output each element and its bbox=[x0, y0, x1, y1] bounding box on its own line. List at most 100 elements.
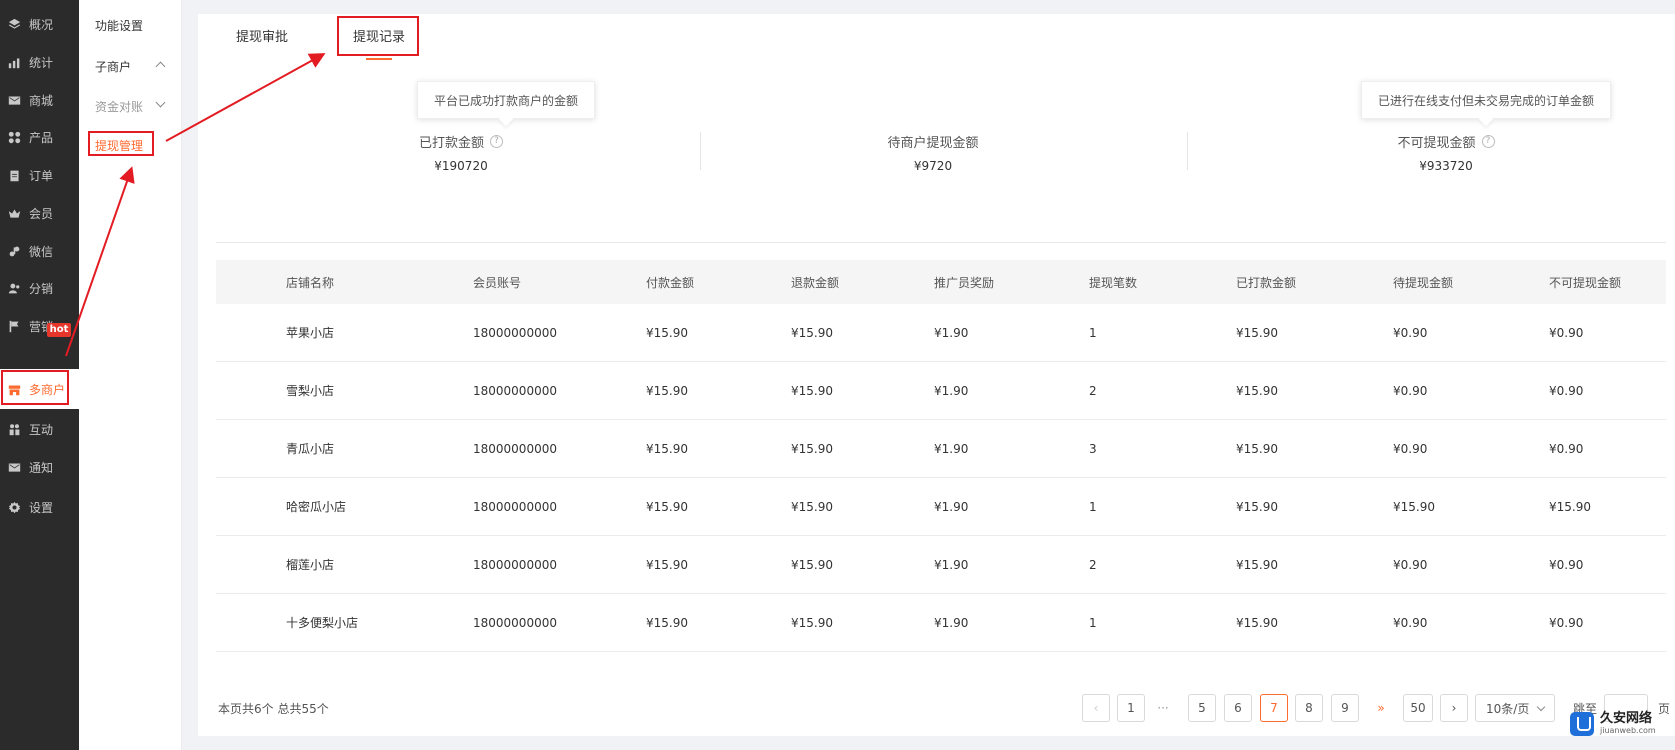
page-button-current[interactable]: 7 bbox=[1260, 694, 1288, 722]
help-icon[interactable]: ? bbox=[490, 135, 503, 148]
prev-page-button[interactable]: ‹ bbox=[1082, 694, 1110, 722]
table-cell: ¥0.90 bbox=[1393, 615, 1428, 630]
page-button[interactable]: 50 bbox=[1403, 694, 1433, 722]
gear-icon bbox=[7, 500, 21, 514]
table-row[interactable]: 哈密瓜小店 18000000000 ¥15.90 ¥15.90 ¥1.90 1 ¥15.90… bbox=[216, 478, 1666, 536]
page-button[interactable]: 5 bbox=[1188, 694, 1216, 722]
nav-overview[interactable]: 概况 bbox=[0, 4, 79, 44]
page-button[interactable]: 9 bbox=[1331, 694, 1359, 722]
divider bbox=[216, 242, 1666, 243]
fast-forward-button[interactable]: » bbox=[1367, 694, 1395, 722]
nav-mall[interactable]: 商城 bbox=[0, 80, 79, 120]
nav-distribution[interactable]: 分销 bbox=[0, 268, 79, 308]
watermark-url: jiuanweb.com bbox=[1600, 726, 1656, 735]
clipboard-icon bbox=[7, 168, 21, 182]
tooltip-paid: 平台已成功打款商户的金额 bbox=[417, 81, 596, 119]
table-cell: ¥1.90 bbox=[934, 441, 969, 456]
column-header: 已打款金额 bbox=[1236, 275, 1297, 290]
table-cell: 苹果小店 bbox=[286, 326, 335, 340]
nav-statistics[interactable]: 统计 bbox=[0, 42, 79, 82]
annotation-box bbox=[1, 370, 69, 405]
wechat-icon bbox=[7, 244, 21, 258]
stat-unavailable: 不可提现金额 ? ¥933720 bbox=[1376, 132, 1516, 173]
table-cell: ¥0.90 bbox=[1549, 615, 1584, 630]
watermark: 久安网络 jiuanweb.com bbox=[1570, 712, 1656, 736]
table-cell: ¥15.90 bbox=[791, 383, 833, 398]
page-button[interactable]: 8 bbox=[1295, 694, 1323, 722]
page-button[interactable]: 1 bbox=[1117, 694, 1145, 722]
page-size-select[interactable]: 10条/页 bbox=[1475, 694, 1555, 722]
table-cell: ¥15.90 bbox=[1393, 499, 1435, 514]
envelope-icon bbox=[7, 460, 21, 474]
table-row[interactable]: 雪梨小店 18000000000 ¥15.90 ¥15.90 ¥1.90 2 ¥15.90 ¥… bbox=[216, 362, 1666, 420]
nav-label: 通知 bbox=[29, 460, 54, 475]
table-cell: ¥0.90 bbox=[1393, 325, 1428, 340]
table-cell: ¥15.90 bbox=[1236, 325, 1278, 340]
table-cell: 十多便梨小店 bbox=[286, 616, 359, 630]
nav-label: 产品 bbox=[29, 130, 54, 145]
table-cell: ¥15.90 bbox=[646, 557, 688, 572]
annotation-box bbox=[88, 131, 154, 156]
table-cell: ¥15.90 bbox=[646, 441, 688, 456]
table-row[interactable]: 青瓜小店 18000000000 ¥15.90 ¥15.90 ¥1.90 3 ¥15.90 ¥… bbox=[216, 420, 1666, 478]
page-info: 本页共6个 总共55个 bbox=[218, 702, 329, 716]
table-cell: 2 bbox=[1089, 557, 1097, 572]
nav-wechat[interactable]: 微信 bbox=[0, 231, 79, 271]
nav-interaction[interactable]: 互动 bbox=[0, 409, 79, 449]
help-icon[interactable]: ? bbox=[1481, 135, 1495, 148]
table-cell: ¥1.90 bbox=[934, 499, 969, 514]
table-cell: ¥15.90 bbox=[791, 499, 833, 514]
stat-value: ¥9720 bbox=[913, 159, 953, 173]
page-ellipsis[interactable]: ··· bbox=[1149, 694, 1177, 722]
tab-withdraw-approval[interactable]: 提现审批 bbox=[236, 14, 288, 62]
mail-icon bbox=[7, 93, 21, 107]
layers-icon bbox=[7, 17, 21, 31]
stat-value: ¥190720 bbox=[434, 159, 488, 173]
page-button[interactable]: 6 bbox=[1224, 694, 1252, 722]
chevron-down-icon bbox=[155, 97, 166, 108]
table-cell: ¥15.90 bbox=[646, 499, 688, 514]
table-row[interactable]: 榴莲小店 18000000000 ¥15.90 ¥15.90 ¥1.90 2 ¥15.90 ¥… bbox=[216, 536, 1666, 594]
table-cell: 1 bbox=[1089, 325, 1097, 340]
crown-icon bbox=[7, 206, 21, 220]
table-cell: ¥0.90 bbox=[1393, 383, 1428, 398]
page-size-value: 10条/页 bbox=[1486, 701, 1530, 716]
table-cell: ¥15.90 bbox=[1236, 499, 1278, 514]
table-cell: 18000000000 bbox=[473, 325, 557, 340]
page-unit-label: 页 bbox=[1658, 702, 1671, 716]
table-cell: 哈密瓜小店 bbox=[286, 500, 347, 514]
nav-settings[interactable]: 设置 bbox=[0, 487, 79, 527]
chart-icon bbox=[7, 55, 21, 69]
table-cell: ¥15.90 bbox=[791, 615, 833, 630]
nav-label: 概况 bbox=[29, 17, 54, 32]
table-cell: ¥15.90 bbox=[1236, 557, 1278, 572]
nav-label: 商城 bbox=[29, 93, 54, 108]
nav-label: 微信 bbox=[29, 244, 54, 259]
table-row[interactable]: 苹果小店 18000000000 ¥15.90 ¥15.90 ¥1.90 1 ¥15.90 ¥… bbox=[216, 304, 1666, 362]
nav-label: 互动 bbox=[29, 422, 54, 437]
subnav-sub-merchant[interactable]: 子商户 bbox=[95, 58, 131, 75]
subnav-func-settings[interactable]: 功能设置 bbox=[95, 17, 143, 34]
main-content: 提现审批 提现记录 平台已成功打款商户的金额 已进行在线支付但未交易完成的订单金… bbox=[198, 14, 1675, 736]
nav-label: 统计 bbox=[29, 55, 54, 70]
table-cell: ¥15.90 bbox=[1236, 441, 1278, 456]
table-cell: ¥0.90 bbox=[1549, 383, 1584, 398]
nav-product[interactable]: 产品 bbox=[0, 117, 79, 157]
column-header: 退款金额 bbox=[791, 275, 840, 290]
next-page-button[interactable]: › bbox=[1440, 694, 1468, 722]
table-cell: ¥15.90 bbox=[1236, 615, 1278, 630]
table-cell: 1 bbox=[1089, 499, 1097, 514]
table-cell: 青瓜小店 bbox=[286, 442, 335, 456]
nav-label: 设置 bbox=[29, 500, 54, 515]
nav-label: 会员 bbox=[29, 206, 54, 221]
nav-notification[interactable]: 通知 bbox=[0, 447, 79, 487]
table-cell: 雪梨小店 bbox=[286, 384, 335, 398]
subnav-fund-reconcile[interactable]: 资金对账 bbox=[95, 98, 143, 115]
nav-member[interactable]: 会员 bbox=[0, 193, 79, 233]
table-cell: ¥15.90 bbox=[1236, 383, 1278, 398]
grid-icon bbox=[7, 130, 21, 144]
table-row[interactable]: 十多便梨小店 18000000000 ¥15.90 ¥15.90 ¥1.90 1 ¥15.9… bbox=[216, 594, 1666, 652]
table-cell: ¥0.90 bbox=[1393, 557, 1428, 572]
nav-order[interactable]: 订单 bbox=[0, 155, 79, 195]
table-cell: 18000000000 bbox=[473, 557, 557, 572]
